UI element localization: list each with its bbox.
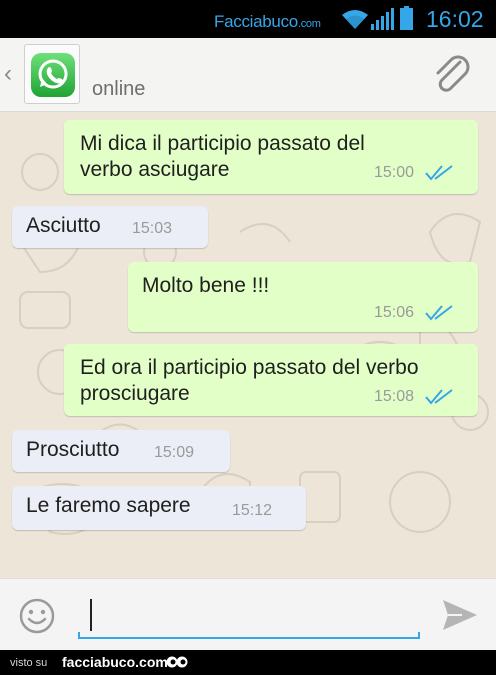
paperclip-icon[interactable] (430, 52, 476, 98)
footer-visto: visto su (10, 657, 48, 669)
smiley-icon[interactable] (18, 597, 56, 635)
message-incoming[interactable]: Prosciutto 15:09 (12, 430, 230, 472)
eyes-icon (166, 656, 188, 668)
message-text-line: Ed ora il participio passato del verbo (80, 356, 419, 379)
status-bar: Facciabuco.com 16:02 (0, 0, 496, 38)
contact-avatar[interactable] (24, 44, 80, 104)
message-text: Prosciutto (26, 438, 120, 461)
message-time: 15:12 (232, 502, 273, 519)
message-text: Molto bene !!! (142, 274, 270, 297)
battery-icon (400, 6, 413, 30)
whatsapp-logo-icon (31, 53, 75, 97)
read-ticks-icon (425, 305, 453, 321)
message-text: Asciutto (26, 214, 101, 237)
footer-site[interactable]: facciabuco.com (62, 654, 168, 670)
message-outgoing[interactable]: Molto bene !!! 15:06 (128, 262, 478, 332)
message-text: Le faremo sapere (26, 494, 191, 517)
read-ticks-icon (425, 165, 453, 181)
message-outgoing[interactable]: Ed ora il participio passato del verbo p… (64, 344, 478, 416)
text-cursor (90, 599, 92, 631)
app-bar: ‹ online (0, 38, 496, 112)
message-time: 15:03 (132, 220, 173, 237)
chat-area[interactable]: Mi dica il participio passato del verbo … (0, 112, 496, 578)
read-ticks-icon (425, 389, 453, 405)
message-text-line: verbo asciugare (80, 158, 230, 181)
message-input[interactable] (78, 595, 420, 639)
input-bar (0, 578, 496, 650)
message-outgoing[interactable]: Mi dica il participio passato del verbo … (64, 120, 478, 194)
watermark-domain: .com (297, 18, 321, 30)
message-time: 15:09 (154, 444, 195, 461)
clock: 16:02 (426, 6, 484, 32)
message-time: 15:06 (374, 304, 415, 321)
chevron-left-icon[interactable]: ‹ (4, 60, 12, 88)
footer: visto su facciabuco.com (0, 650, 496, 675)
message-text-line: Mi dica il participio passato del (80, 132, 365, 155)
signal-icon (371, 8, 394, 30)
message-time: 15:00 (374, 164, 415, 181)
watermark-main: Facciabuco (214, 12, 298, 31)
message-incoming[interactable]: Le faremo sapere 15:12 (12, 486, 306, 530)
message-time: 15:08 (374, 388, 415, 405)
watermark: Facciabuco.com (214, 12, 321, 32)
wifi-icon (342, 10, 368, 29)
send-icon[interactable] (440, 597, 480, 633)
contact-status: online (92, 78, 146, 100)
message-incoming[interactable]: Asciutto 15:03 (12, 206, 208, 248)
message-text-line: prosciugare (80, 382, 190, 405)
